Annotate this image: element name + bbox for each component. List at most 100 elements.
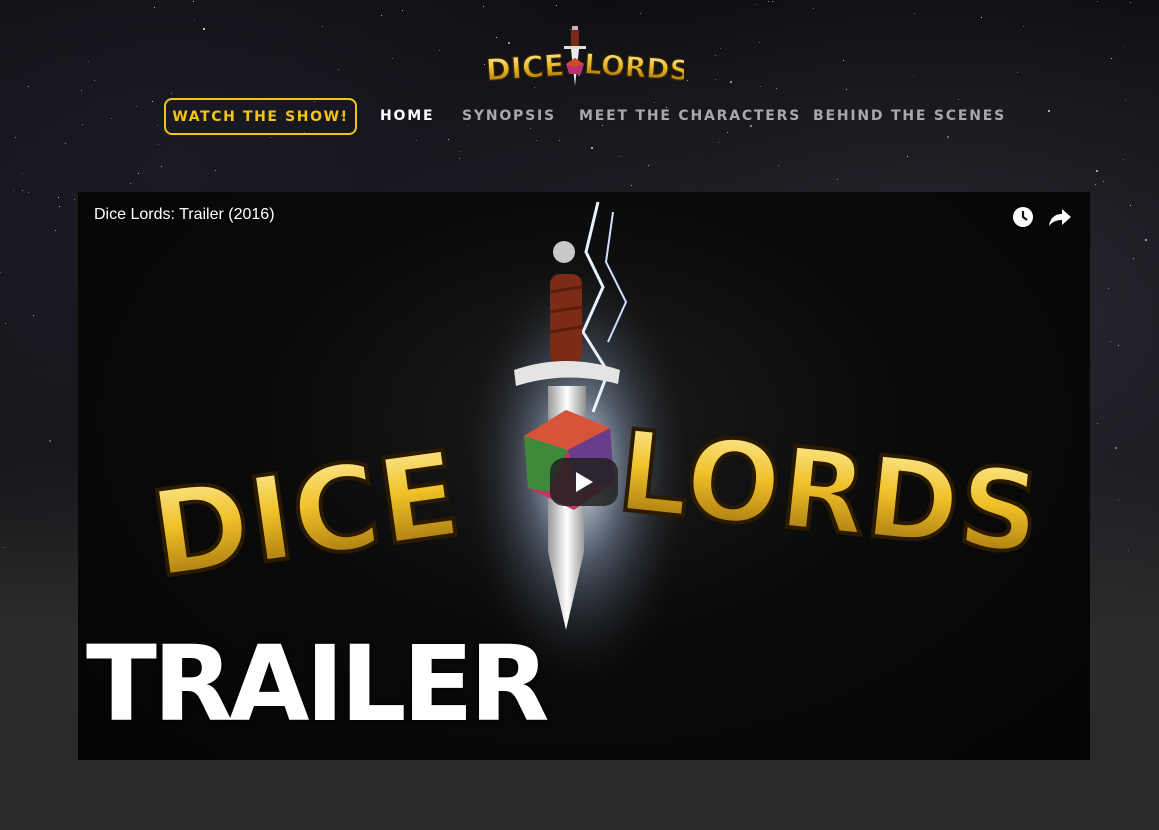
video-player[interactable]: DICE LORDS Dice Lords: Trailer (2016) TR…	[78, 192, 1090, 760]
star-dot	[28, 192, 29, 193]
star-dot	[755, 4, 756, 5]
star-dot	[5, 323, 6, 324]
play-icon	[576, 472, 593, 492]
star-dot	[28, 86, 29, 87]
star-dot	[720, 48, 721, 49]
star-dot	[1130, 205, 1131, 206]
star-dot	[730, 81, 732, 83]
star-dot	[158, 144, 159, 145]
star-dot	[402, 10, 403, 11]
star-dot	[768, 1, 769, 2]
trailer-caption: TRAILER	[86, 623, 550, 745]
star-dot	[171, 93, 172, 94]
star-dot	[193, 1, 194, 2]
nav-item-meet-the-characters[interactable]: MEET THE CHARACTERS	[579, 108, 801, 124]
star-dot	[322, 26, 323, 27]
star-dot	[81, 90, 82, 91]
dice-lords-logo[interactable]: DICE LORDS	[484, 20, 684, 92]
star-dot	[154, 7, 155, 8]
star-dot	[194, 20, 195, 21]
star-dot	[1130, 2, 1131, 3]
watch-later-icon[interactable]	[1012, 206, 1034, 228]
star-dot	[381, 15, 382, 16]
star-dot	[718, 142, 719, 143]
star-dot	[1133, 258, 1134, 259]
star-dot	[914, 13, 915, 14]
video-title[interactable]: Dice Lords: Trailer (2016)	[94, 206, 275, 224]
star-dot	[22, 190, 23, 191]
star-dot	[1095, 184, 1096, 185]
star-dot	[1123, 46, 1124, 47]
star-dot	[74, 199, 75, 200]
star-dot	[1017, 72, 1018, 73]
star-dot	[760, 86, 761, 87]
nav-item-behind-the-scenes[interactable]: BEHIND THE SCENES	[813, 108, 1006, 124]
star-dot	[1097, 1, 1098, 2]
star-dot	[1115, 447, 1117, 449]
nav-item-home[interactable]: HOME	[380, 108, 434, 124]
nav-item-synopsis[interactable]: SYNOPSIS	[462, 108, 556, 124]
star-dot	[687, 80, 688, 81]
star-dot	[846, 89, 847, 90]
star-dot	[49, 440, 51, 442]
star-dot	[459, 151, 460, 152]
main-nav: WATCH THE SHOW! HOME SYNOPSIS MEET THE C…	[0, 98, 1159, 140]
star-dot	[759, 42, 760, 43]
star-dot	[215, 170, 216, 171]
star-dot	[1023, 26, 1024, 27]
star-dot	[715, 55, 716, 56]
star-dot	[1096, 170, 1098, 172]
star-dot	[338, 69, 339, 70]
star-dot	[483, 6, 484, 7]
star-dot	[138, 173, 139, 174]
star-dot	[648, 165, 649, 166]
star-dot	[65, 143, 66, 144]
play-button[interactable]	[550, 458, 618, 506]
star-dot	[843, 60, 844, 61]
star-dot	[1110, 341, 1111, 342]
star-dot	[1123, 159, 1124, 160]
star-dot	[58, 197, 59, 198]
star-dot	[640, 13, 641, 14]
star-dot	[620, 156, 621, 157]
star-dot	[772, 1, 773, 2]
star-dot	[837, 179, 838, 180]
star-dot	[536, 140, 537, 141]
star-dot	[1118, 345, 1119, 346]
star-dot	[913, 76, 914, 77]
star-dot	[439, 50, 440, 51]
star-dot	[1118, 500, 1119, 501]
star-dot	[907, 156, 908, 157]
star-dot	[13, 190, 14, 191]
star-dot	[130, 183, 131, 184]
star-dot	[591, 147, 593, 149]
star-dot	[88, 61, 89, 62]
star-dot	[556, 5, 557, 6]
star-dot	[94, 80, 95, 81]
star-dot	[1103, 181, 1104, 182]
star-dot	[55, 230, 56, 231]
star-dot	[1128, 550, 1129, 551]
star-dot	[715, 79, 716, 80]
star-dot	[559, 140, 560, 141]
svg-text:LORDS: LORDS	[583, 47, 684, 87]
star-dot	[1108, 288, 1109, 289]
star-dot	[59, 206, 60, 207]
star-dot	[161, 166, 162, 167]
star-dot	[203, 28, 205, 30]
star-dot	[416, 140, 417, 141]
star-dot	[776, 88, 777, 89]
star-dot	[33, 315, 34, 316]
share-icon[interactable]	[1048, 206, 1072, 228]
star-dot	[0, 272, 1, 273]
star-dot	[1145, 239, 1147, 241]
dice-logo-text: DICE	[143, 425, 468, 605]
star-dot	[813, 8, 814, 9]
star-dot	[22, 173, 23, 174]
svg-text:DICE: DICE	[485, 48, 566, 88]
star-dot	[392, 58, 393, 59]
star-dot	[1097, 423, 1098, 424]
star-dot	[778, 165, 779, 166]
watch-the-show-button[interactable]: WATCH THE SHOW!	[164, 98, 357, 135]
star-dot	[631, 185, 632, 186]
